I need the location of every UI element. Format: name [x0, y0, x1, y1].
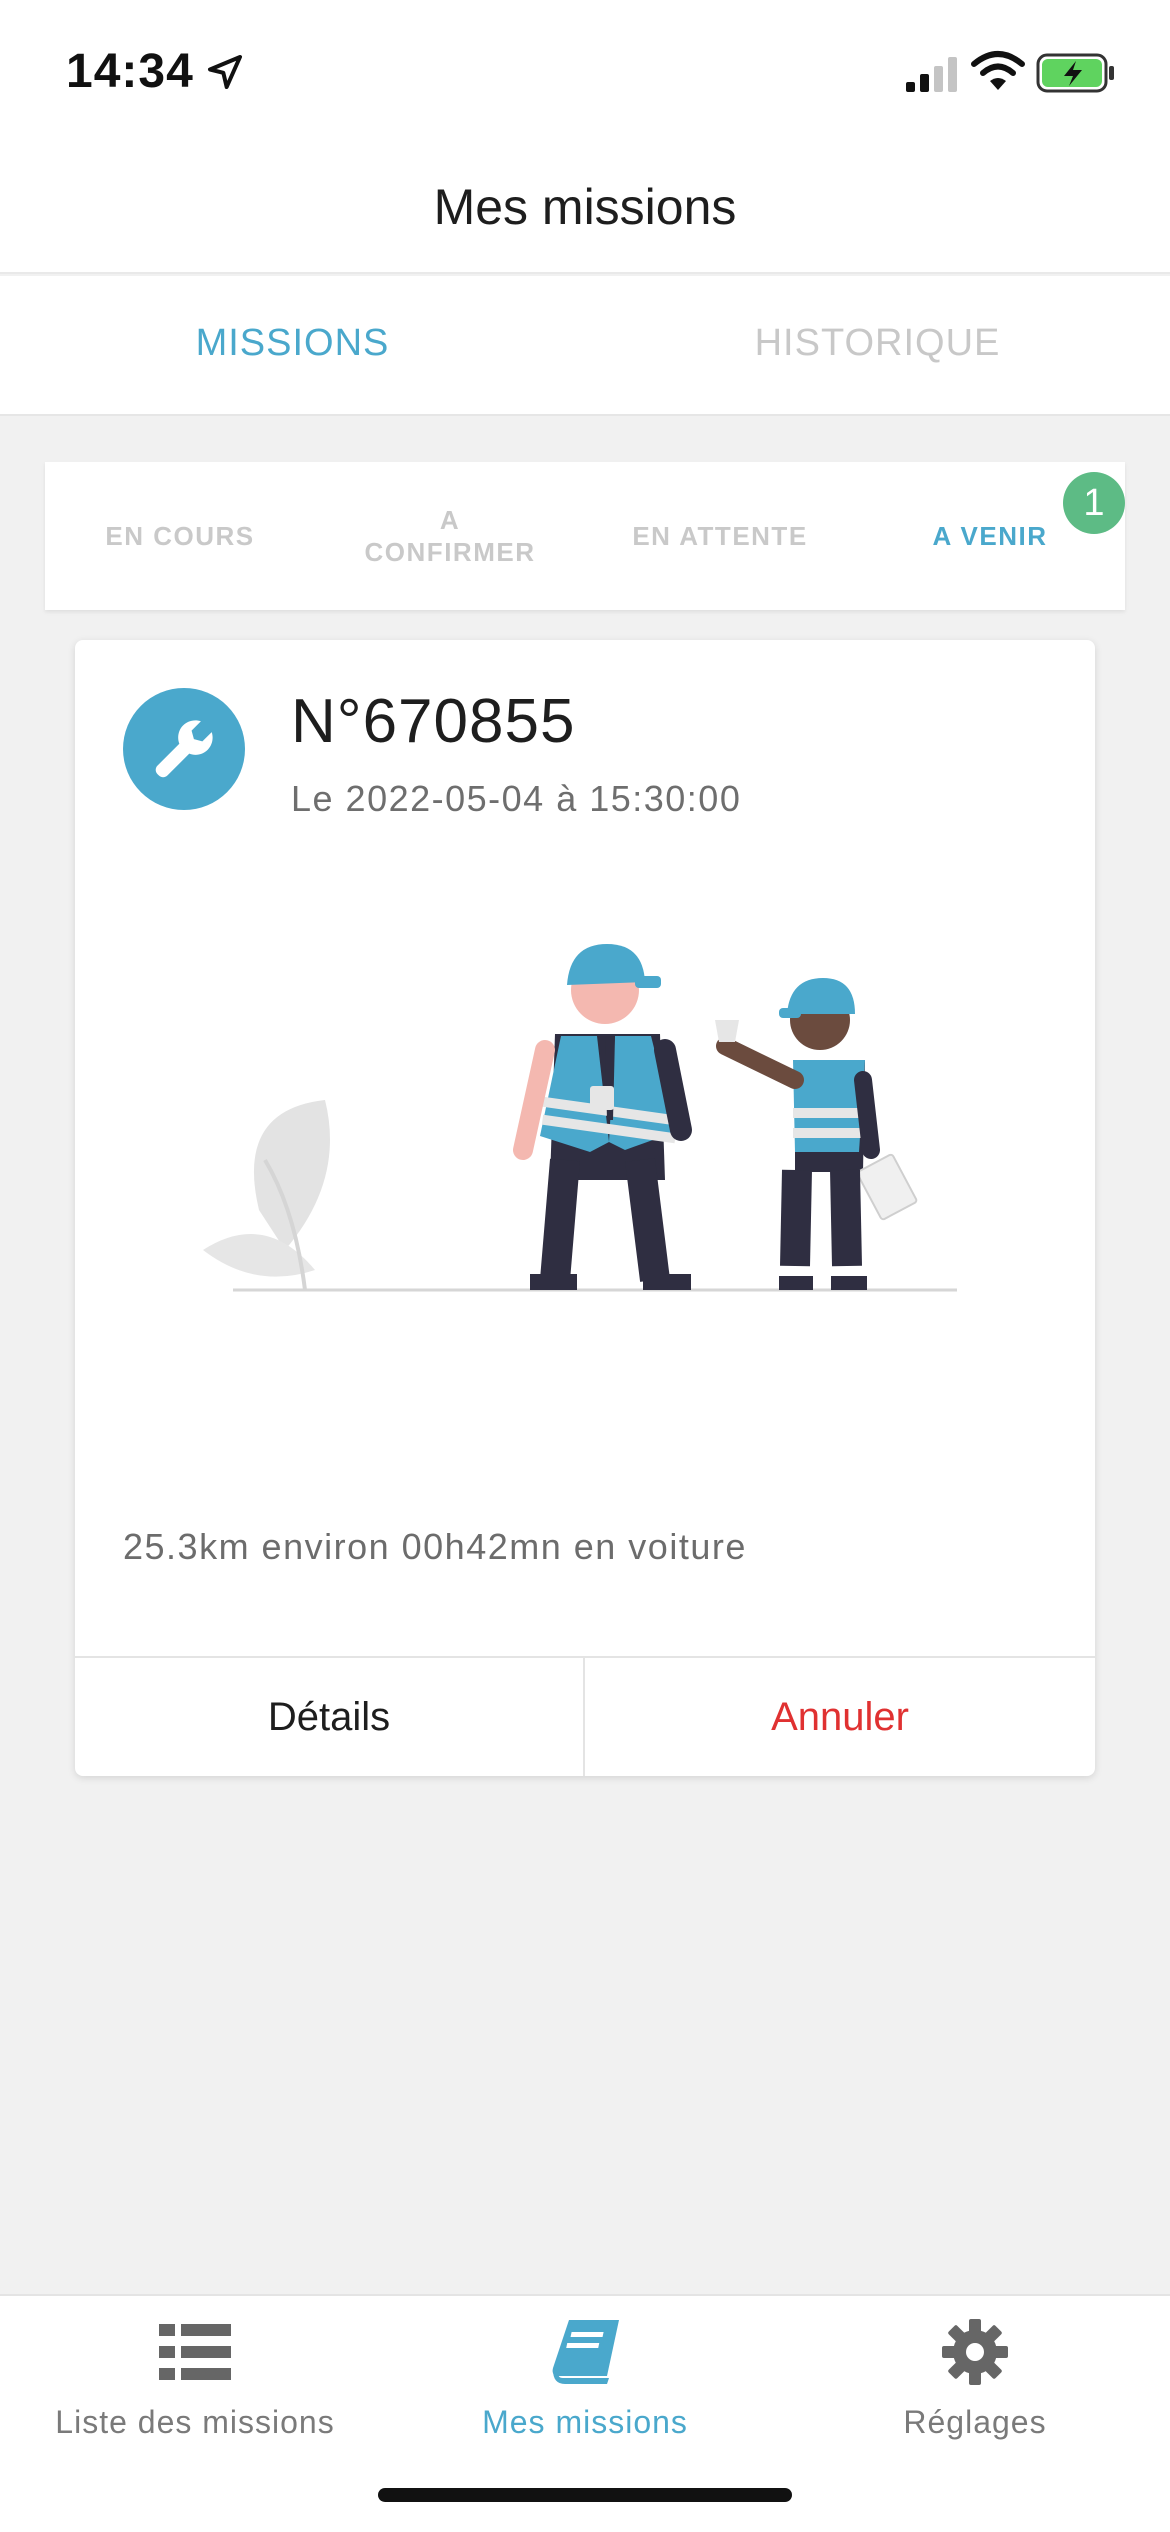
details-button[interactable]: Détails — [75, 1658, 585, 1776]
card-actions: Détails Annuler — [75, 1656, 1095, 1776]
tab-historique[interactable]: HISTORIQUE — [585, 322, 1170, 365]
mission-distance: 25.3km environ 00h42mn en voiture — [123, 1526, 747, 1567]
count-badge: 1 — [1063, 472, 1125, 534]
status-bar: 14:34 — [0, 0, 1170, 140]
list-icon — [159, 2324, 231, 2380]
nav-label: Réglages — [903, 2404, 1047, 2440]
wifi-icon — [971, 51, 1025, 90]
nav-mes-missions[interactable]: Mes missions — [390, 2296, 780, 2456]
gear-icon — [942, 2319, 1008, 2385]
nav-liste-des-missions[interactable]: Liste des missions — [0, 2296, 390, 2456]
tab-missions[interactable]: MISSIONS — [0, 322, 585, 365]
nav-label: Liste des missions — [55, 2404, 335, 2440]
app-header: Mes missions — [0, 140, 1170, 274]
page-title: Mes missions — [433, 179, 737, 235]
location-arrow-icon — [208, 55, 242, 89]
cellular-signal-icon — [906, 57, 957, 92]
nav-label: Mes missions — [482, 2404, 688, 2440]
status-sub-tabs: EN COURS A CONFIRMER EN ATTENTE A VENIR — [45, 462, 1125, 610]
nav-reglages[interactable]: Réglages — [780, 2296, 1170, 2456]
top-tabs: MISSIONS HISTORIQUE — [0, 276, 1170, 416]
mission-date: Le 2022-05-04 à 15:30:00 — [291, 778, 742, 819]
wrench-icon — [123, 688, 245, 810]
status-time: 14:34 — [66, 45, 194, 98]
home-indicator — [378, 2488, 792, 2502]
subtab-en-attente[interactable]: EN ATTENTE — [585, 462, 855, 610]
cancel-button[interactable]: Annuler — [585, 1658, 1095, 1776]
workers-illustration — [203, 944, 957, 1292]
battery-charging-icon — [1036, 53, 1114, 93]
mission-card[interactable]: N°670855 Le 2022-05-04 à 15:30:00 25.3km… — [75, 640, 1095, 1776]
subtab-en-cours[interactable]: EN COURS — [45, 462, 315, 610]
subtab-a-confirmer[interactable]: A CONFIRMER — [315, 462, 585, 610]
mission-number: N°670855 — [291, 687, 576, 756]
book-icon — [552, 2320, 619, 2384]
